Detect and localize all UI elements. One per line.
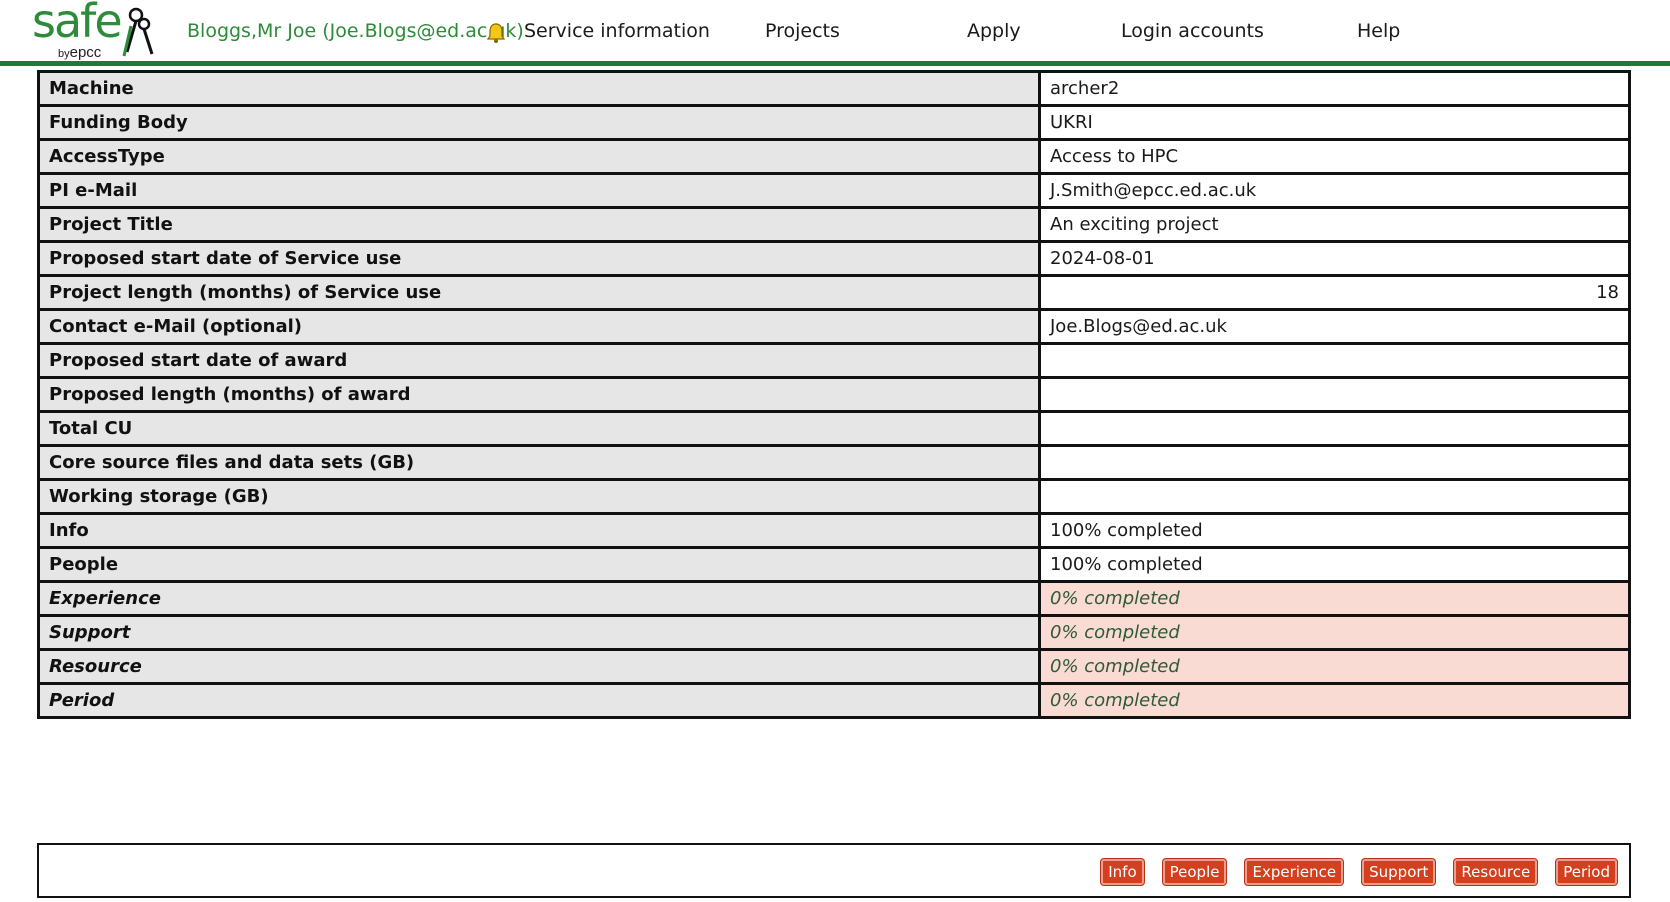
table-row: Project Title An exciting project — [37, 206, 1631, 243]
row-label-access-type: AccessType — [37, 138, 1041, 175]
row-value-project-title: An exciting project — [1038, 206, 1631, 243]
safe-logo[interactable]: safe byepcc — [32, 0, 154, 62]
row-label-machine: Machine — [37, 70, 1041, 107]
logo-org-text: epcc — [69, 44, 102, 61]
table-row: Period 0% completed — [37, 682, 1631, 719]
section-button-row: Info People Experience Support Resource … — [1082, 859, 1617, 885]
row-label-resource: Resource — [37, 648, 1041, 685]
row-value-working-storage — [1038, 478, 1631, 515]
table-row: Proposed length (months) of award — [37, 376, 1631, 413]
row-label-award-start-date: Proposed start date of award — [37, 342, 1041, 379]
table-row: AccessType Access to HPC — [37, 138, 1631, 175]
table-row: Support 0% completed — [37, 614, 1631, 651]
logo-by-text: by — [58, 48, 70, 60]
nav-login-accounts[interactable]: Login accounts — [1121, 20, 1264, 42]
period-button[interactable]: Period — [1556, 859, 1617, 885]
row-value-period: 0% completed — [1038, 682, 1631, 719]
row-label-working-storage: Working storage (GB) — [37, 478, 1041, 515]
row-label-funding-body: Funding Body — [37, 104, 1041, 141]
row-value-funding-body: UKRI — [1038, 104, 1631, 141]
row-label-experience: Experience — [37, 580, 1041, 617]
row-value-resource: 0% completed — [1038, 648, 1631, 685]
table-row: Resource 0% completed — [37, 648, 1631, 685]
support-button[interactable]: Support — [1362, 859, 1436, 885]
application-details-table: Machine archer2 Funding Body UKRI Access… — [37, 70, 1631, 719]
user-account-link[interactable]: Bloggs,Mr Joe (Joe.Blogs@ed.ac.uk) — [187, 20, 524, 42]
table-row: Core source files and data sets (GB) — [37, 444, 1631, 481]
row-label-service-start-date: Proposed start date of Service use — [37, 240, 1041, 277]
table-row: Proposed start date of award — [37, 342, 1631, 379]
table-row: Working storage (GB) — [37, 478, 1631, 515]
row-label-award-length: Proposed length (months) of award — [37, 376, 1041, 413]
nav-apply[interactable]: Apply — [967, 20, 1021, 42]
row-label-info: Info — [37, 512, 1041, 549]
row-value-award-length — [1038, 376, 1631, 413]
row-value-total-cu — [1038, 410, 1631, 447]
row-label-total-cu: Total CU — [37, 410, 1041, 447]
section-button-panel: Info People Experience Support Resource … — [37, 843, 1631, 898]
logo-byline: byepcc — [58, 44, 101, 61]
resource-button[interactable]: Resource — [1454, 859, 1538, 885]
table-row: Machine archer2 — [37, 70, 1631, 107]
table-row: Info 100% completed — [37, 512, 1631, 549]
people-button[interactable]: People — [1162, 859, 1227, 885]
row-value-service-length: 18 — [1038, 274, 1631, 311]
row-value-access-type: Access to HPC — [1038, 138, 1631, 175]
table-row: People 100% completed — [37, 546, 1631, 583]
row-value-contact-email: Joe.Blogs@ed.ac.uk — [1038, 308, 1631, 345]
table-row: PI e-Mail J.Smith@epcc.ed.ac.uk — [37, 172, 1631, 209]
table-row: Total CU — [37, 410, 1631, 447]
row-label-support: Support — [37, 614, 1041, 651]
row-label-core-source-files: Core source files and data sets (GB) — [37, 444, 1041, 481]
row-value-info: 100% completed — [1038, 512, 1631, 549]
nav-service-information[interactable]: Service information — [524, 20, 710, 42]
top-navigation-bar: safe byepcc Bloggs,Mr Joe (Joe.Blogs@ed.… — [0, 0, 1670, 66]
row-label-period: Period — [37, 682, 1041, 719]
row-value-award-start-date — [1038, 342, 1631, 379]
experience-button[interactable]: Experience — [1245, 859, 1344, 885]
row-value-experience: 0% completed — [1038, 580, 1631, 617]
row-label-people: People — [37, 546, 1041, 583]
row-label-service-length: Project length (months) of Service use — [37, 274, 1041, 311]
row-value-core-source-files — [1038, 444, 1631, 481]
table-row: Experience 0% completed — [37, 580, 1631, 617]
nav-help[interactable]: Help — [1357, 20, 1400, 42]
nav-projects[interactable]: Projects — [765, 20, 840, 42]
table-row: Funding Body UKRI — [37, 104, 1631, 141]
logo-wordmark: safe — [32, 0, 123, 48]
keys-icon — [122, 7, 154, 57]
row-value-people: 100% completed — [1038, 546, 1631, 583]
row-label-pi-email: PI e-Mail — [37, 172, 1041, 209]
row-value-pi-email: J.Smith@epcc.ed.ac.uk — [1038, 172, 1631, 209]
notification-bell-icon[interactable] — [486, 22, 506, 44]
info-button[interactable]: Info — [1101, 859, 1144, 885]
table-row: Proposed start date of Service use 2024-… — [37, 240, 1631, 277]
table-row: Project length (months) of Service use 1… — [37, 274, 1631, 311]
row-value-support: 0% completed — [1038, 614, 1631, 651]
row-value-service-start-date: 2024-08-01 — [1038, 240, 1631, 277]
table-row: Contact e-Mail (optional) Joe.Blogs@ed.a… — [37, 308, 1631, 345]
row-value-machine: archer2 — [1038, 70, 1631, 107]
row-label-contact-email: Contact e-Mail (optional) — [37, 308, 1041, 345]
row-label-project-title: Project Title — [37, 206, 1041, 243]
